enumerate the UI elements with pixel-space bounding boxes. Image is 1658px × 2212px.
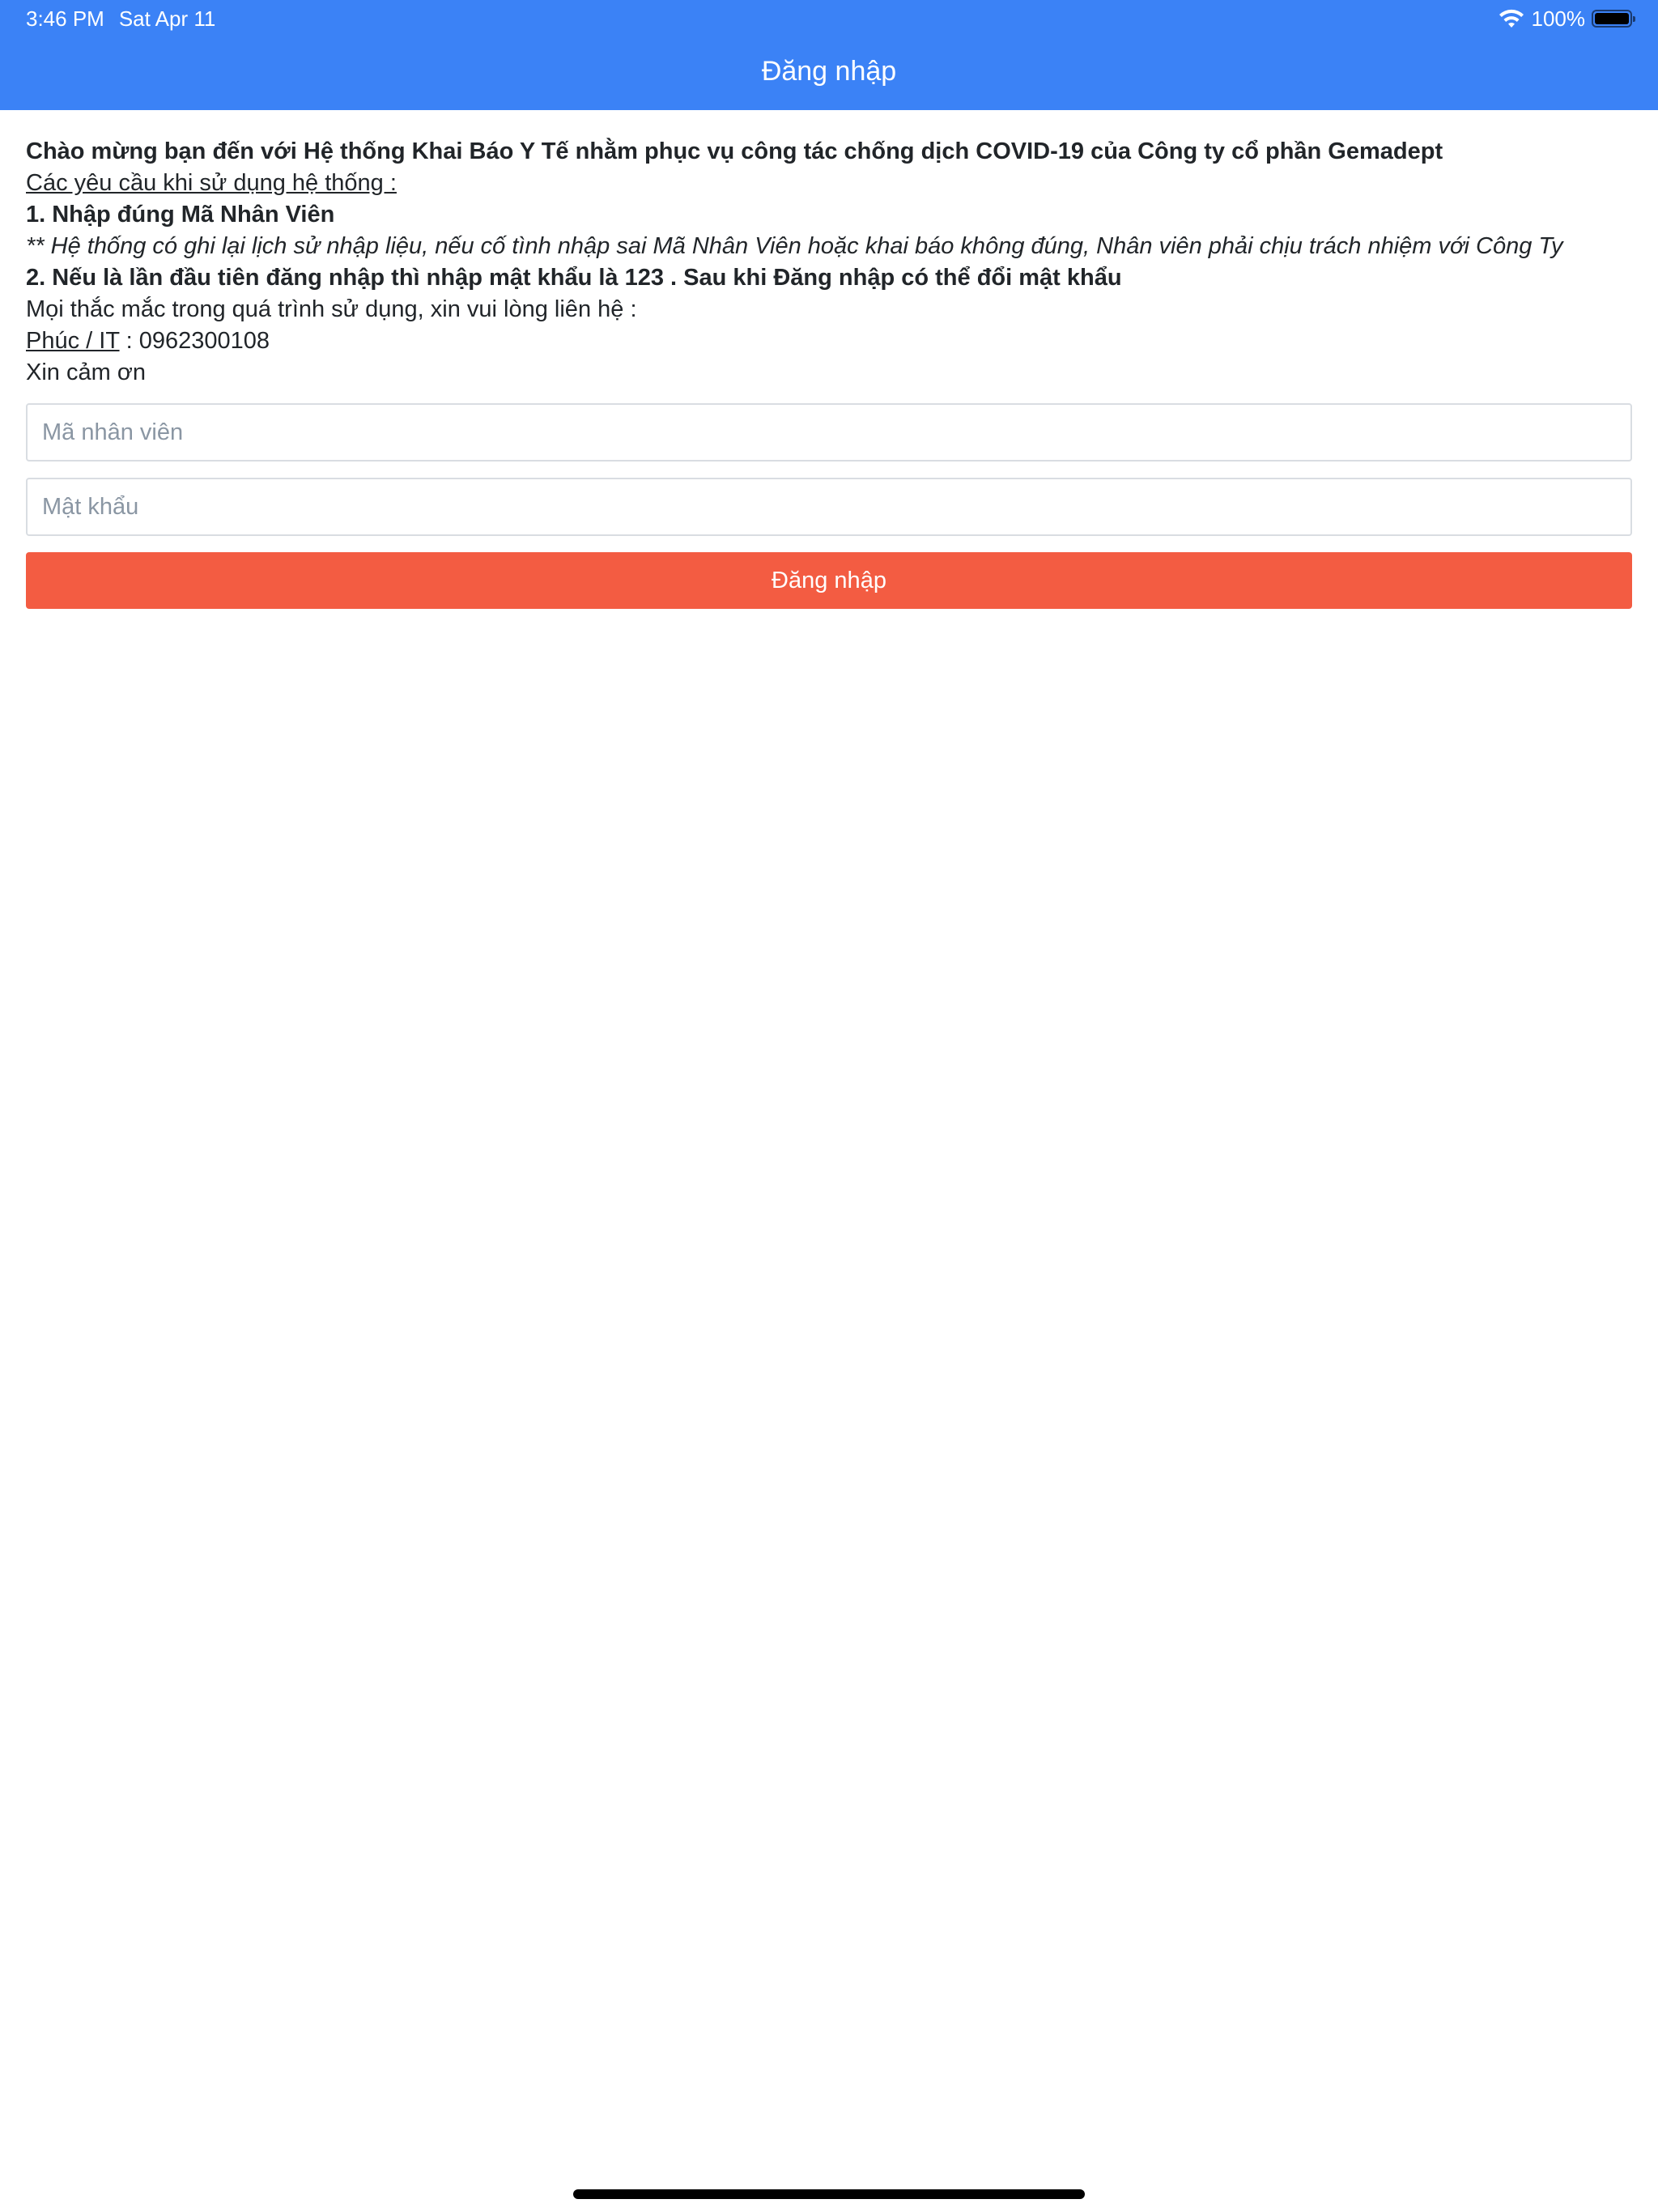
status-date: Sat Apr 11 (118, 6, 216, 31)
login-screen: 3:46 PM Sat Apr 11 100% Đăng nhập Chào mừ… (0, 0, 1658, 2212)
battery-percentage: 100% (1531, 6, 1586, 31)
instructions: Chào mừng bạn đến với Hệ thống Khai Báo … (26, 136, 1632, 389)
requirement-1-note: ** Hệ thống có ghi lại lịch sử nhập liệu… (26, 233, 1563, 259)
contact-info: Phúc / IT : 0962300108 (26, 325, 1632, 357)
battery-icon (1592, 10, 1635, 28)
thanks-text: Xin cảm ơn (26, 359, 146, 385)
page-title: Đăng nhập (761, 56, 897, 87)
wifi-icon (1499, 9, 1524, 28)
contact-name: Phúc / IT (26, 328, 120, 354)
requirement-1: 1. Nhập đúng Mã Nhân Viên (26, 202, 335, 228)
contact-line: Mọi thắc mắc trong quá trình sử dụng, xi… (26, 296, 637, 322)
welcome-text: Chào mừng bạn đến với Hệ thống Khai Báo … (26, 138, 1443, 164)
contact-separator: : (119, 328, 139, 354)
login-button[interactable]: Đăng nhập (26, 552, 1632, 609)
requirements-heading: Các yêu cầu khi sử dụng hệ thống : (26, 170, 397, 196)
top-bar: 3:46 PM Sat Apr 11 100% Đăng nhập (0, 0, 1658, 110)
employee-id-input[interactable] (26, 403, 1632, 462)
home-indicator (573, 2189, 1085, 2199)
requirement-2: 2. Nếu là lần đầu tiên đăng nhập thì nhậ… (26, 265, 1122, 291)
status-time: 3:46 PM (26, 6, 104, 31)
password-input[interactable] (26, 478, 1632, 536)
contact-phone: 0962300108 (138, 328, 270, 354)
status-bar-right: 100% (1498, 6, 1635, 31)
status-bar-left: 3:46 PM Sat Apr 11 (26, 6, 215, 31)
battery-fill (1595, 13, 1629, 24)
